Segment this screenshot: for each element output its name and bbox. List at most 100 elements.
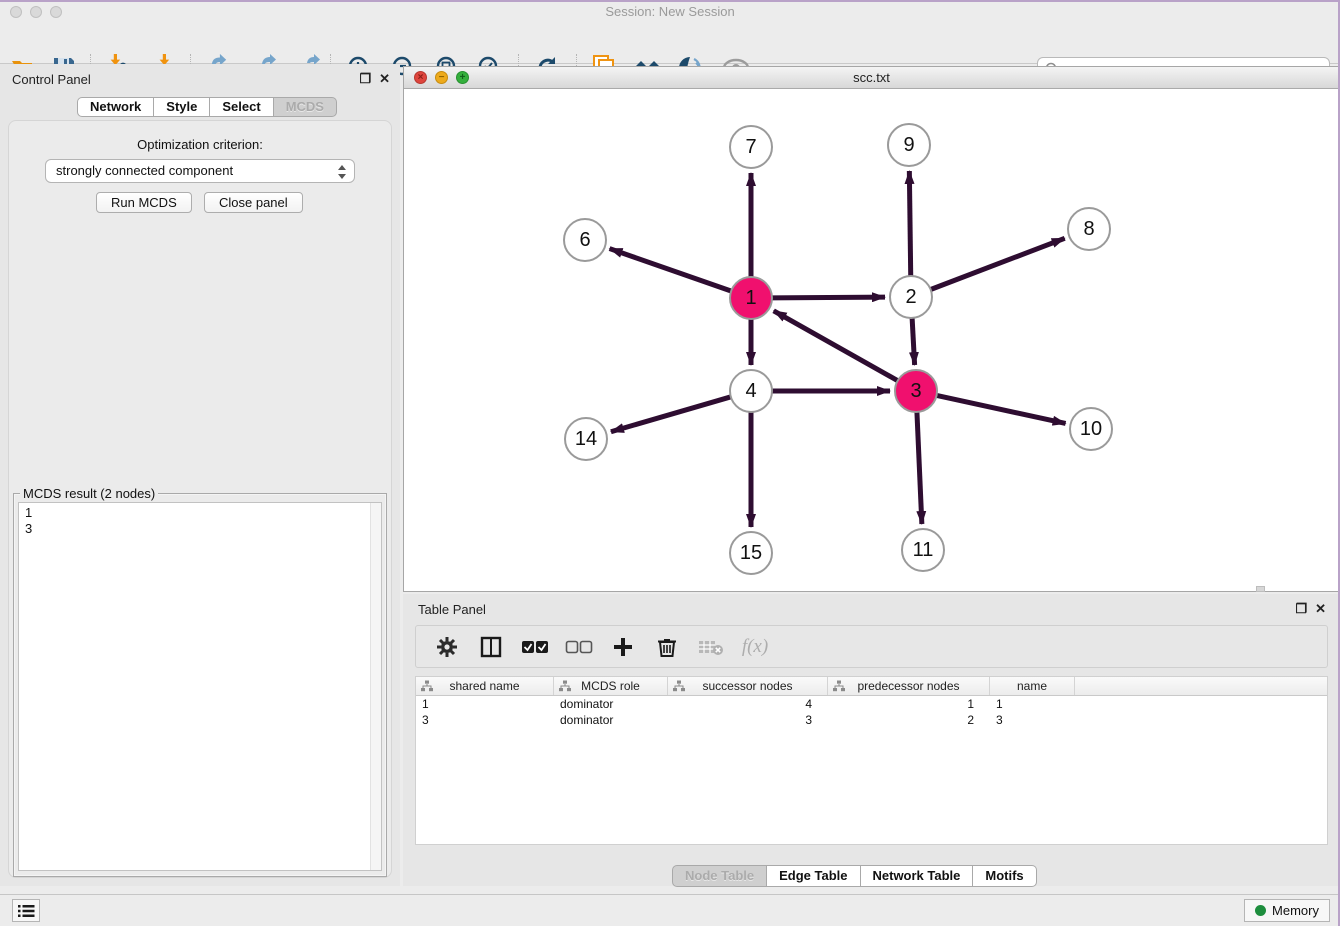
graph-node-14[interactable]: 14 [564, 417, 608, 461]
column-type-icon [673, 680, 685, 692]
cell-name[interactable]: 1 [990, 696, 1075, 712]
column-header-shared-name[interactable]: shared name [416, 677, 554, 695]
column-type-icon [559, 680, 571, 692]
column-header-MCDS-role[interactable]: MCDS role [554, 677, 668, 695]
graph-node-10[interactable]: 10 [1069, 407, 1113, 451]
graph-node-3[interactable]: 3 [894, 369, 938, 413]
table-row[interactable]: 1dominator411 [416, 696, 1327, 712]
list-icon [17, 904, 35, 918]
column-header-name[interactable]: name [990, 677, 1075, 695]
tab-motifs[interactable]: Motifs [973, 865, 1036, 887]
memory-status-icon [1255, 905, 1266, 916]
table-panel-title: Table Panel [418, 602, 486, 617]
tab-node-table[interactable]: Node Table [672, 865, 767, 887]
app-window: Session: New Session [0, 0, 1340, 926]
select-all-icon[interactable] [520, 634, 550, 660]
cell-shared-name[interactable]: 1 [416, 696, 554, 712]
close-panel-button[interactable]: Close panel [204, 192, 303, 213]
edge-3-11[interactable] [917, 411, 922, 524]
control-panel-tabs: NetworkStyleSelectMCDS [77, 97, 337, 117]
tab-select[interactable]: Select [210, 97, 273, 117]
cell-MCDS-role[interactable]: dominator [554, 712, 668, 728]
delete-column-icon[interactable] [652, 634, 682, 660]
edge-4-14[interactable] [611, 397, 732, 432]
splitter-handle[interactable] [1256, 586, 1265, 592]
titlebar: Session: New Session [0, 0, 1340, 24]
edge-layer[interactable] [404, 89, 1339, 591]
control-panel-close-icon[interactable]: ✕ [379, 71, 390, 87]
cell-shared-name[interactable]: 3 [416, 712, 554, 728]
graph-node-11[interactable]: 11 [901, 528, 945, 572]
cell-successor-nodes[interactable]: 3 [668, 712, 828, 728]
criterion-select[interactable]: strongly connected component [45, 159, 355, 183]
edge-2-8[interactable] [930, 238, 1065, 290]
status-bar: Memory [0, 894, 1340, 926]
criterion-selected-value: strongly connected component [56, 163, 233, 178]
graph-node-7[interactable]: 7 [729, 125, 773, 169]
edge-3-1[interactable] [774, 311, 899, 381]
main-toolbar [0, 24, 1340, 64]
tab-mcds[interactable]: MCDS [274, 97, 337, 117]
cell-name[interactable]: 3 [990, 712, 1075, 728]
mcds-result-values: 1 3 [19, 503, 381, 537]
table-tabs: Node TableEdge TableNetwork TableMotifs [672, 865, 1037, 887]
mcds-tab-content: Optimization criterion: strongly connect… [8, 120, 392, 878]
show-panel-list-button[interactable] [12, 899, 40, 922]
window-top-edge [0, 0, 1340, 2]
graph-node-9[interactable]: 9 [887, 123, 931, 167]
tab-network[interactable]: Network [77, 97, 154, 117]
table-body: 1dominator4113dominator323 [416, 696, 1327, 728]
run-mcds-button[interactable]: Run MCDS [96, 192, 192, 213]
graph-node-6[interactable]: 6 [563, 218, 607, 262]
column-type-icon [833, 680, 845, 692]
column-type-icon [421, 680, 433, 692]
cell-predecessor-nodes[interactable]: 1 [828, 696, 990, 712]
control-panel-float-icon[interactable]: ❐ [359, 71, 371, 87]
table-panel: Table Panel ❐ ✕ [403, 594, 1340, 886]
graph-node-2[interactable]: 2 [889, 275, 933, 319]
network-window-title: scc.txt [404, 70, 1339, 85]
tab-style[interactable]: Style [154, 97, 210, 117]
cell-predecessor-nodes[interactable]: 2 [828, 712, 990, 728]
function-builder-icon[interactable]: f(x) [740, 634, 770, 660]
edge-2-9[interactable] [909, 171, 910, 277]
edge-2-3[interactable] [912, 317, 915, 365]
graph-node-4[interactable]: 4 [729, 369, 773, 413]
chevron-up-down-icon [337, 163, 347, 181]
memory-button[interactable]: Memory [1244, 899, 1330, 922]
column-header-successor-nodes[interactable]: successor nodes [668, 677, 828, 695]
window-title: Session: New Session [0, 4, 1340, 19]
mcds-result-title: MCDS result (2 nodes) [20, 486, 158, 501]
table-header-row: shared nameMCDS rolesuccessor nodesprede… [416, 677, 1327, 696]
table-panel-close-icon[interactable]: ✕ [1315, 601, 1326, 617]
add-column-icon[interactable] [608, 634, 638, 660]
mcds-result-box: 1 3 [18, 502, 382, 871]
node-table: shared nameMCDS rolesuccessor nodesprede… [415, 676, 1328, 845]
deselect-all-icon[interactable] [564, 634, 594, 660]
split-panel-icon[interactable] [476, 634, 506, 660]
control-panel: Control Panel ❐ ✕ NetworkStyleSelectMCDS… [0, 64, 400, 886]
scrollbar[interactable] [370, 503, 381, 870]
cell-successor-nodes[interactable]: 4 [668, 696, 828, 712]
delete-table-icon[interactable] [696, 634, 726, 660]
network-view-window: × − + scc.txt 7 9 6 8 1 2 4 3 14 10 15 11 [403, 66, 1340, 592]
tab-edge-table[interactable]: Edge Table [767, 865, 860, 887]
settings-gear-icon[interactable] [432, 634, 462, 660]
graph-node-8[interactable]: 8 [1067, 207, 1111, 251]
graph-node-15[interactable]: 15 [729, 531, 773, 575]
edge-3-10[interactable] [936, 395, 1066, 423]
edge-1-2[interactable] [771, 297, 885, 298]
mcds-result-group: MCDS result (2 nodes) 1 3 [13, 493, 387, 877]
cell-MCDS-role[interactable]: dominator [554, 696, 668, 712]
network-window-titlebar[interactable]: × − + scc.txt [404, 67, 1339, 89]
memory-button-label: Memory [1272, 903, 1319, 918]
column-header-predecessor-nodes[interactable]: predecessor nodes [828, 677, 990, 695]
control-panel-title: Control Panel [12, 72, 91, 87]
optimization-criterion-label: Optimization criterion: [9, 137, 391, 152]
edge-1-6[interactable] [610, 249, 733, 292]
tab-network-table[interactable]: Network Table [861, 865, 974, 887]
network-canvas[interactable]: 7 9 6 8 1 2 4 3 14 10 15 11 [404, 89, 1339, 591]
table-panel-float-icon[interactable]: ❐ [1295, 601, 1307, 617]
table-row[interactable]: 3dominator323 [416, 712, 1327, 728]
graph-node-1[interactable]: 1 [729, 276, 773, 320]
